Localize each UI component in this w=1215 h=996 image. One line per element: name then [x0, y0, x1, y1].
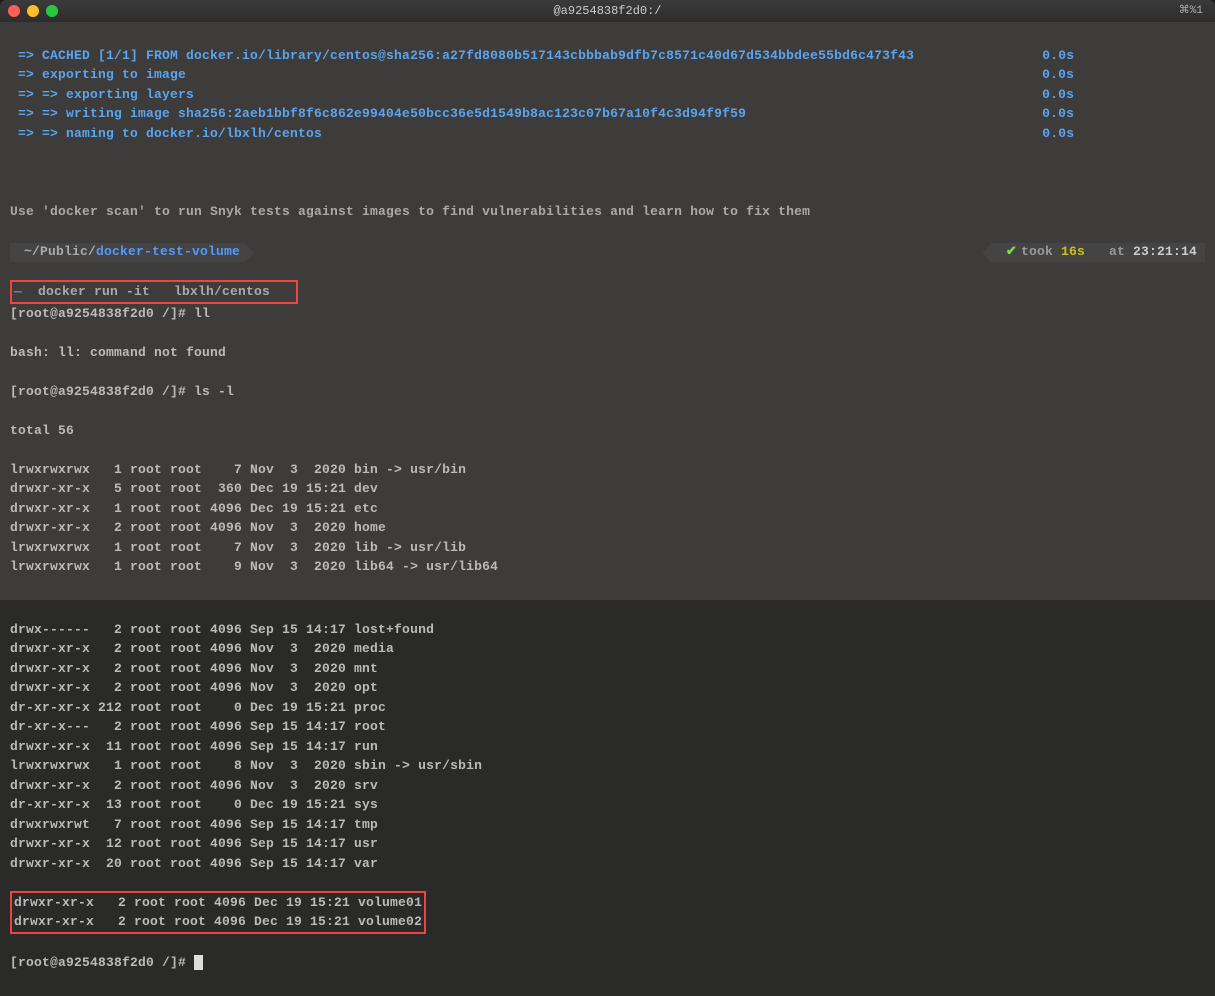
prompt-1: [root@a9254838f2d0 /]# [10, 306, 194, 321]
cmd-ll: ll [194, 306, 210, 321]
prompt-ll: [root@a9254838f2d0 /]# ll [10, 304, 1205, 324]
ls-row: dr-xr-xr-x 212 root root 0 Dec 19 15:21 … [10, 698, 1205, 718]
maximize-icon[interactable] [46, 5, 58, 17]
ls-row: dr-xr-x--- 2 root root 4096 Sep 15 14:17… [10, 717, 1205, 737]
cmd-ls: ls -l [194, 384, 234, 399]
close-icon[interactable] [8, 5, 20, 17]
docker-line: => => exporting layers 0.0s [10, 85, 1205, 105]
prompt-dash: — [14, 284, 22, 299]
ls-listing-top: lrwxrwxrwx 1 root root 7 Nov 3 2020 bin … [10, 460, 1205, 577]
window-title: @a9254838f2d0:/ [553, 2, 661, 20]
final-prompt: [root@a9254838f2d0 /]# [10, 955, 194, 970]
ls-row: lrwxrwxrwx 1 root root 9 Nov 3 2020 lib6… [10, 557, 1205, 577]
timing-segment: ✔took 16s at 23:21:14 [992, 243, 1205, 262]
docker-line: => exporting to image 0.0s [10, 65, 1205, 85]
ls-row: drwxr-xr-x 12 root root 4096 Sep 15 14:1… [10, 834, 1205, 854]
took-label: took [1021, 242, 1061, 262]
ls-row: dr-xr-xr-x 13 root root 0 Dec 19 15:21 s… [10, 795, 1205, 815]
ls-row: drwxr-xr-x 5 root root 360 Dec 19 15:21 … [10, 479, 1205, 499]
volume-rows: drwxr-xr-x 2 root root 4096 Dec 19 15:21… [14, 893, 422, 932]
docker-build-output: => CACHED [1/1] FROM docker.io/library/c… [10, 46, 1205, 144]
docker-line: => => naming to docker.io/lbxlh/centos 0… [10, 124, 1205, 144]
time-value: 23:21:14 [1133, 242, 1197, 262]
titlebar: @a9254838f2d0:/ ⌘%1 [0, 0, 1215, 22]
shell-status-bar: ~/Public/docker-test-volume ✔took 16s at… [10, 243, 1205, 262]
check-icon: ✔ [1006, 242, 1017, 262]
volume-row: drwxr-xr-x 2 root root 4096 Dec 19 15:21… [14, 893, 422, 913]
window-shortcut: ⌘%1 [1179, 3, 1203, 20]
ls-row: drwxr-xr-x 2 root root 4096 Nov 3 2020 o… [10, 678, 1205, 698]
ls-row: lrwxrwxrwx 1 root root 7 Nov 3 2020 lib … [10, 538, 1205, 558]
prompt-2: [root@a9254838f2d0 /]# [10, 384, 194, 399]
docker-line: => CACHED [1/1] FROM docker.io/library/c… [10, 46, 1205, 66]
cwd-segment: ~/Public/docker-test-volume [10, 243, 244, 262]
window-controls [8, 5, 58, 17]
ls-row: drwxr-xr-x 2 root root 4096 Nov 3 2020 h… [10, 518, 1205, 538]
terminal-output-lower[interactable]: drwx------ 2 root root 4096 Sep 15 14:17… [0, 600, 1215, 996]
ls-row: drwxrwxrwt 7 root root 4096 Sep 15 14:17… [10, 815, 1205, 835]
cursor-icon [194, 955, 203, 970]
path-prefix: ~/Public/ [24, 242, 96, 262]
ls-listing-bottom: drwx------ 2 root root 4096 Sep 15 14:17… [10, 620, 1205, 874]
ls-row: drwxr-xr-x 11 root root 4096 Sep 15 14:1… [10, 737, 1205, 757]
error-ll: bash: ll: command not found [10, 343, 1205, 363]
scan-hint: Use 'docker scan' to run Snyk tests agai… [10, 202, 1205, 222]
final-prompt-line: [root@a9254838f2d0 /]# [10, 953, 1205, 973]
ls-row: drwxr-xr-x 2 root root 4096 Nov 3 2020 s… [10, 776, 1205, 796]
terminal-output[interactable]: => CACHED [1/1] FROM docker.io/library/c… [0, 22, 1215, 600]
highlighted-volumes: drwxr-xr-x 2 root root 4096 Dec 19 15:21… [10, 891, 426, 934]
ls-row: drwxr-xr-x 2 root root 4096 Nov 3 2020 m… [10, 659, 1205, 679]
ls-row: lrwxrwxrwx 1 root root 7 Nov 3 2020 bin … [10, 460, 1205, 480]
path-dir: docker-test-volume [96, 242, 240, 262]
volume-row: drwxr-xr-x 2 root root 4096 Dec 19 15:21… [14, 912, 422, 932]
empty-line [10, 163, 1205, 183]
took-value: 16s [1061, 242, 1085, 262]
ls-row: lrwxrwxrwx 1 root root 8 Nov 3 2020 sbin… [10, 756, 1205, 776]
docker-run-cmd: docker run -it lbxlh/centos [22, 284, 294, 299]
ls-row: drwxr-xr-x 20 root root 4096 Sep 15 14:1… [10, 854, 1205, 874]
minimize-icon[interactable] [27, 5, 39, 17]
ls-row: drwxr-xr-x 2 root root 4096 Nov 3 2020 m… [10, 639, 1205, 659]
at-label: at [1085, 242, 1133, 262]
prompt-ls: [root@a9254838f2d0 /]# ls -l [10, 382, 1205, 402]
ls-row: drwxr-xr-x 1 root root 4096 Dec 19 15:21… [10, 499, 1205, 519]
highlighted-run-command: — docker run -it lbxlh/centos [10, 280, 298, 304]
docker-line: => => writing image sha256:2aeb1bbf8f6c8… [10, 104, 1205, 124]
total-line: total 56 [10, 421, 1205, 441]
ls-row: drwx------ 2 root root 4096 Sep 15 14:17… [10, 620, 1205, 640]
